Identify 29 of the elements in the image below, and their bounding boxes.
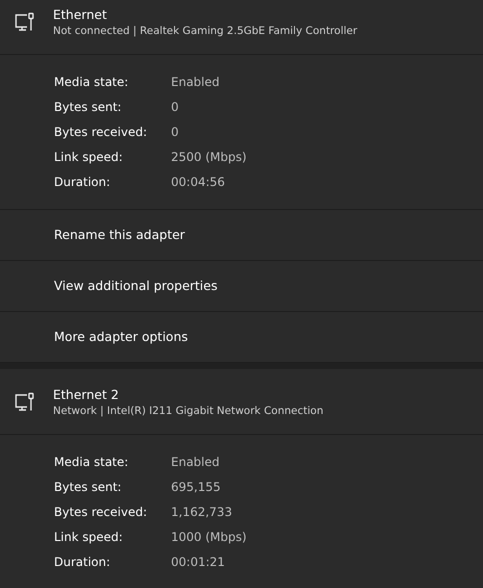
adapter-action[interactable]: View additional properties (0, 261, 483, 312)
adapter-name: Ethernet 2 (53, 386, 120, 402)
computer-icon (14, 10, 36, 32)
adapter-action[interactable]: Rename this adapter (0, 210, 483, 261)
adapter-name: Ethernet (53, 6, 108, 22)
property-label: Bytes received: (54, 124, 148, 141)
property-value: Enabled (171, 454, 220, 471)
property-label: Bytes received: (54, 504, 148, 521)
property-value: 00:01:21 (171, 554, 226, 571)
property-value: 2500 (Mbps) (171, 149, 248, 166)
property-value: 0 (171, 124, 180, 141)
property-label: Bytes sent: (54, 99, 122, 116)
computer-icon (14, 390, 36, 412)
property-value: 1,162,733 (171, 504, 234, 521)
property-value: 0 (171, 99, 180, 116)
property-label: Media state: (54, 454, 130, 471)
adapter-status: Not connected | Realtek Gaming 2.5GbE Family Controller (53, 24, 358, 36)
property-value: 1000 (Mbps) (171, 529, 248, 546)
property-value: 695,155 (171, 479, 222, 496)
property-value: 00:04:56 (171, 174, 226, 191)
property-label: Duration: (54, 174, 112, 191)
property-label: Media state: (54, 74, 130, 91)
property-label: Bytes sent: (54, 479, 122, 496)
property-label: Link speed: (54, 149, 124, 166)
property-label: Link speed: (54, 529, 124, 546)
property-label: Duration: (54, 554, 112, 571)
property-value: Enabled (171, 74, 220, 91)
adapter-action[interactable]: More adapter options (0, 312, 483, 363)
adapter-status: Network | Intel(R) I211 Gigabit Network Connection (53, 404, 324, 416)
